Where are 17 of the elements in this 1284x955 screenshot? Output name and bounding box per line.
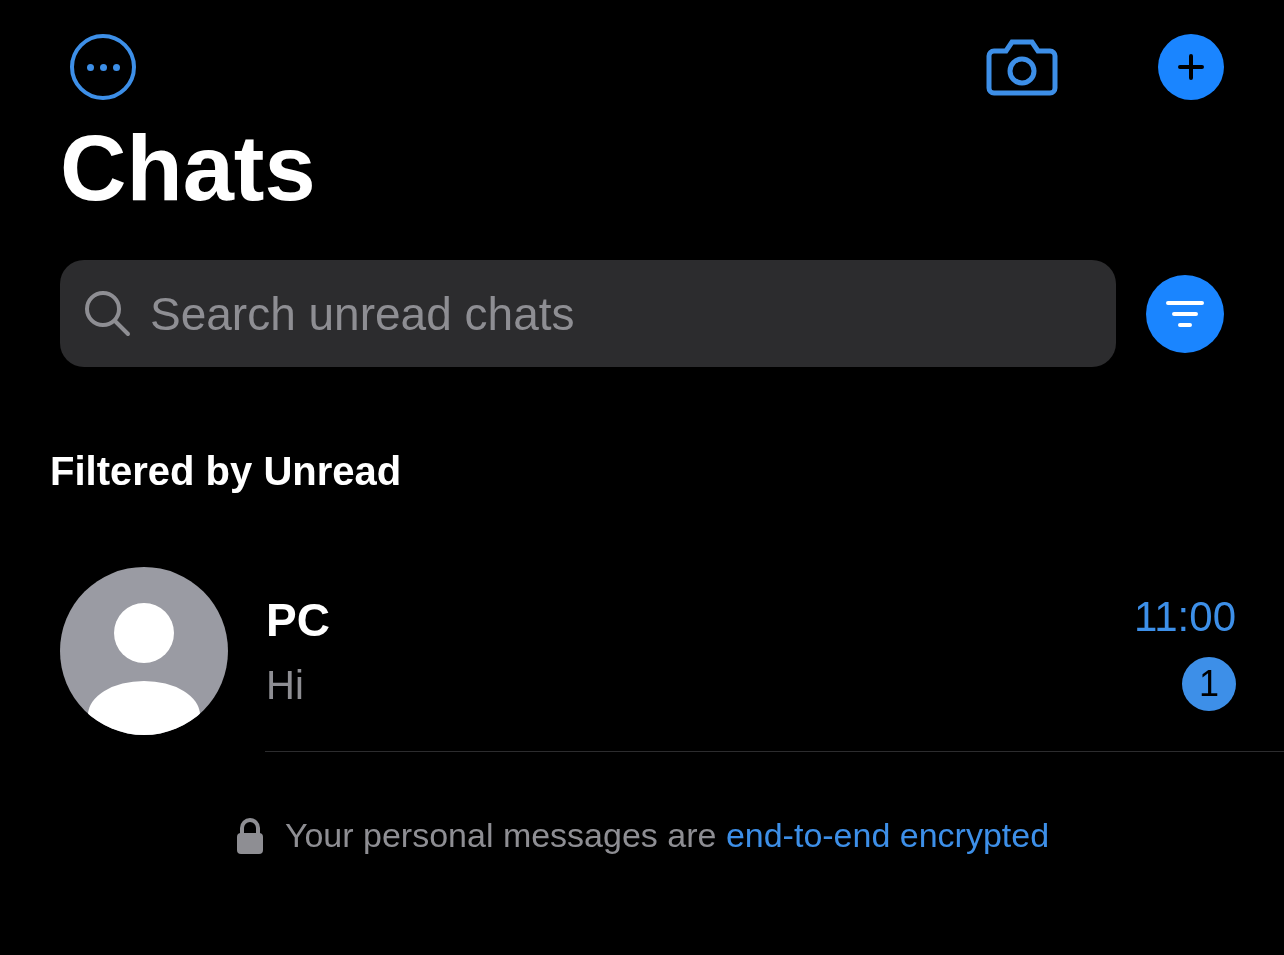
lock-icon	[234, 817, 265, 854]
camera-icon[interactable]	[986, 37, 1058, 97]
filter-label: Filtered by Unread	[50, 448, 402, 495]
encryption-notice: Your personal messages are end-to-end encrypted	[284, 815, 1050, 856]
filter-icon	[1165, 298, 1205, 329]
unread-count: 1	[1182, 657, 1236, 712]
more-button[interactable]	[70, 34, 136, 100]
chat-preview: Hi	[266, 661, 305, 709]
chat-time: 11:00	[1134, 591, 1236, 642]
search-field[interactable]: Search unread chats	[60, 260, 1116, 367]
plus-icon	[1177, 53, 1205, 81]
avatar-icon	[60, 567, 228, 735]
chat-row[interactable]: PC Hi 11:00 1	[0, 551, 1284, 751]
chat-name: PC	[266, 593, 331, 649]
encryption-link[interactable]: end-to-end encrypted	[725, 816, 1050, 854]
page-title: Chats	[60, 122, 316, 214]
search-icon	[82, 288, 132, 338]
